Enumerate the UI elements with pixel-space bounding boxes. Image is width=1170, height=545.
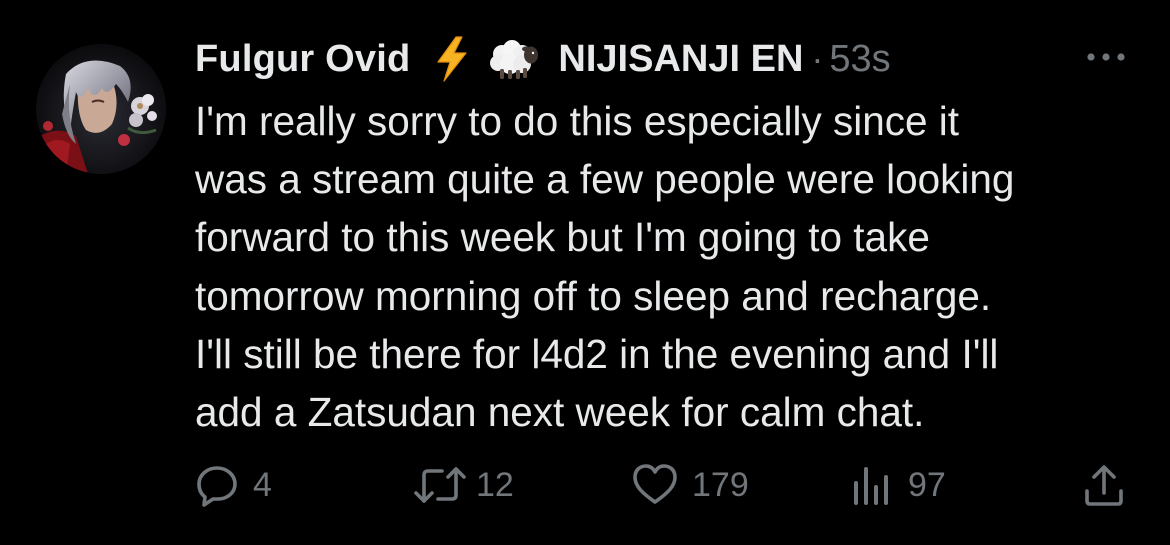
tweet-text: I'm really sorry to do this especially s… (195, 92, 1155, 441)
more-horizontal-icon (1087, 53, 1125, 61)
tweet-text-line: I'll still be there for l4d2 in the even… (195, 330, 999, 377)
retweet-button[interactable]: 12 (412, 460, 514, 510)
tweet-text-line: tomorrow morning off to sleep and rechar… (195, 272, 992, 319)
heart-icon (633, 464, 677, 504)
views-chart-icon (854, 467, 888, 505)
share-button[interactable] (1082, 460, 1126, 510)
avatar[interactable] (36, 44, 166, 174)
tweet[interactable]: Fulgur Ovid NIJISANJI EN · 53s I'm reall… (0, 0, 1170, 545)
like-button[interactable]: 179 (632, 460, 749, 510)
author-display-name[interactable]: Fulgur Ovid (195, 38, 410, 81)
more-options-button[interactable] (1083, 50, 1129, 64)
reply-count: 4 (253, 465, 272, 504)
views-count: 97 (908, 465, 946, 504)
sheep-icon (486, 38, 540, 80)
tweet-text-line: I'm really sorry to do this especially s… (195, 98, 960, 144)
tweet-timestamp[interactable]: 53s (829, 38, 890, 81)
reply-icon (197, 466, 237, 507)
retweet-count: 12 (476, 465, 514, 504)
share-icon (1085, 465, 1123, 506)
like-count: 179 (692, 465, 749, 504)
header-separator: · (811, 38, 824, 79)
retweet-icon (414, 467, 466, 503)
high-voltage-icon (432, 36, 472, 82)
avatar-image (36, 44, 166, 174)
author-affiliation: NIJISANJI EN (558, 37, 804, 80)
views-button[interactable]: 97 (850, 460, 946, 510)
tweet-text-line: forward to this week but I'm going to ta… (195, 214, 930, 261)
tweet-action-bar: 4 12 179 97 (0, 460, 1170, 510)
tweet-header: Fulgur Ovid NIJISANJI EN · 53s (195, 30, 891, 88)
reply-button[interactable]: 4 (195, 460, 272, 510)
tweet-text-line: add a Zatsudan next week for calm chat. (195, 389, 925, 436)
tweet-text-line: was a stream quite a few people were loo… (195, 156, 1015, 203)
